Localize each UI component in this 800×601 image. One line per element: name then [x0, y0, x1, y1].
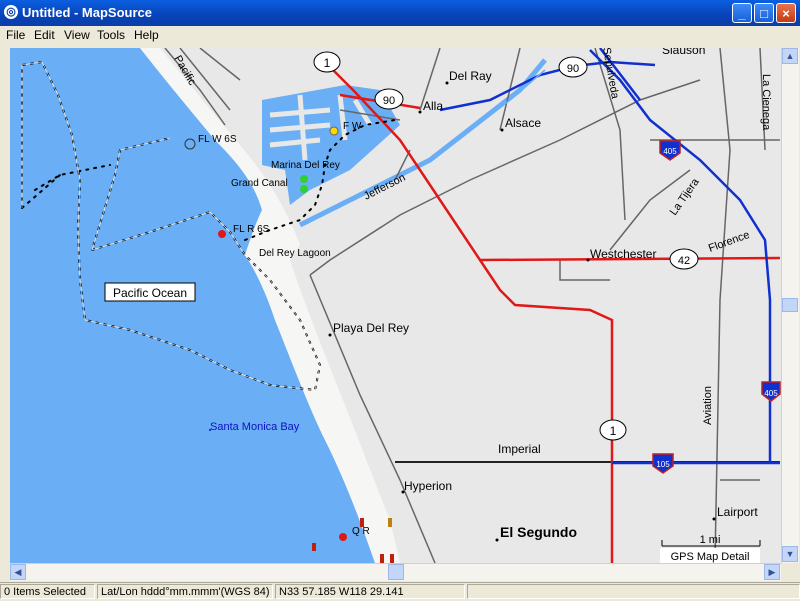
window-title: Untitled - MapSource	[22, 5, 153, 20]
light-red-icon[interactable]	[218, 230, 226, 238]
scroll-left-icon[interactable]: ◀	[10, 564, 26, 580]
attribution-label: GPS Map Detail	[671, 551, 750, 563]
slauson-label: Slauson	[662, 48, 705, 57]
status-empty	[467, 584, 800, 599]
menu-edit[interactable]: Edit	[34, 28, 55, 42]
map-canvas[interactable]: 1 90 90 42 1 405 405 105 Pacific Ocean S…	[10, 48, 781, 563]
qr-label: Q R	[352, 526, 370, 537]
westchester-label: Westchester	[590, 247, 656, 261]
marina-marker-icon[interactable]	[300, 175, 308, 183]
route-90b-label: 90	[567, 63, 579, 75]
buoy-yellow-icon[interactable]	[388, 518, 392, 527]
imperial-label: Imperial	[498, 442, 541, 456]
fl-w6s-label: FL W 6S	[198, 134, 237, 145]
grand-canal-label: Grand Canal	[231, 178, 288, 189]
menu-view[interactable]: View	[64, 28, 90, 42]
alla-label: Alla	[423, 99, 443, 113]
menu-file[interactable]: File	[6, 28, 25, 42]
city-dot	[328, 333, 332, 337]
route-1a-label: 1	[324, 56, 331, 70]
horizontal-scroll-thumb[interactable]	[388, 564, 404, 580]
i105-label: 105	[656, 460, 670, 469]
route-90a-label: 90	[383, 95, 395, 107]
buoy-red-icon[interactable]	[312, 543, 316, 551]
cursor-position-status: N33 57.185 W118 29.141	[275, 584, 465, 599]
alsace-label: Alsace	[505, 116, 541, 130]
selection-status: 0 Items Selected	[0, 584, 95, 599]
del-rey-label: Del Ray	[449, 69, 492, 83]
coordinate-format-status: Lat/Lon hddd°mm.mmm'(WGS 84)	[97, 584, 273, 599]
light-icon[interactable]	[329, 126, 339, 136]
playa-del-rey-label: Playa Del Rey	[333, 321, 409, 335]
minimize-button[interactable]: _	[732, 3, 752, 23]
close-button[interactable]: ×	[776, 3, 796, 23]
scroll-right-icon[interactable]: ▶	[764, 564, 780, 580]
i405a-label: 405	[663, 147, 677, 156]
vertical-scrollbar[interactable]: ▲ ▼	[781, 48, 799, 563]
mapsource-app-icon[interactable]: ◎	[4, 5, 18, 19]
route-1b-label: 1	[610, 424, 617, 438]
aviation-label: Aviation	[702, 386, 714, 425]
buoy-red-icon[interactable]	[380, 554, 384, 563]
menu-bar: File Edit View Tools Help	[0, 26, 800, 46]
horizontal-scrollbar[interactable]: ◀ ▶	[10, 563, 781, 581]
title-bar: ◎ Untitled - MapSource _ □ ×	[0, 0, 800, 26]
city-dot	[500, 128, 504, 132]
city-dot	[495, 538, 499, 542]
status-bar: 0 Items Selected Lat/Lon hddd°mm.mmm'(WG…	[0, 582, 800, 601]
maximize-button[interactable]: □	[754, 3, 774, 23]
lairport-label: Lairport	[717, 505, 758, 519]
marina-del-rey-label: Marina Del Rey	[271, 160, 340, 171]
del-rey-lagoon-label: Del Rey Lagoon	[259, 248, 331, 259]
hyperion-label: Hyperion	[404, 479, 452, 493]
i405b-label: 405	[764, 389, 778, 398]
grand-canal-marker-icon[interactable]	[300, 185, 308, 193]
la-cienega-label: La Cienega	[760, 74, 772, 131]
scale-label: 1 mi	[700, 534, 721, 546]
city-dot	[418, 110, 422, 114]
scroll-down-icon[interactable]: ▼	[782, 546, 798, 562]
buoy-red-icon[interactable]	[390, 554, 394, 563]
el-segundo-label: El Segundo	[500, 524, 577, 540]
scroll-up-icon[interactable]: ▲	[782, 48, 798, 64]
menu-tools[interactable]: Tools	[97, 28, 125, 42]
vertical-scroll-thumb[interactable]	[782, 298, 798, 312]
route-42-label: 42	[678, 255, 690, 267]
menu-help[interactable]: Help	[134, 28, 159, 42]
city-dot	[712, 517, 716, 521]
fw-label: F W	[343, 121, 362, 132]
pacific-ocean-label: Pacific Ocean	[113, 286, 187, 300]
light-red-icon[interactable]	[339, 533, 347, 541]
flr-label: FL R 6S	[233, 224, 270, 235]
santa-monica-bay-label: Santa Monica Bay	[210, 421, 300, 433]
